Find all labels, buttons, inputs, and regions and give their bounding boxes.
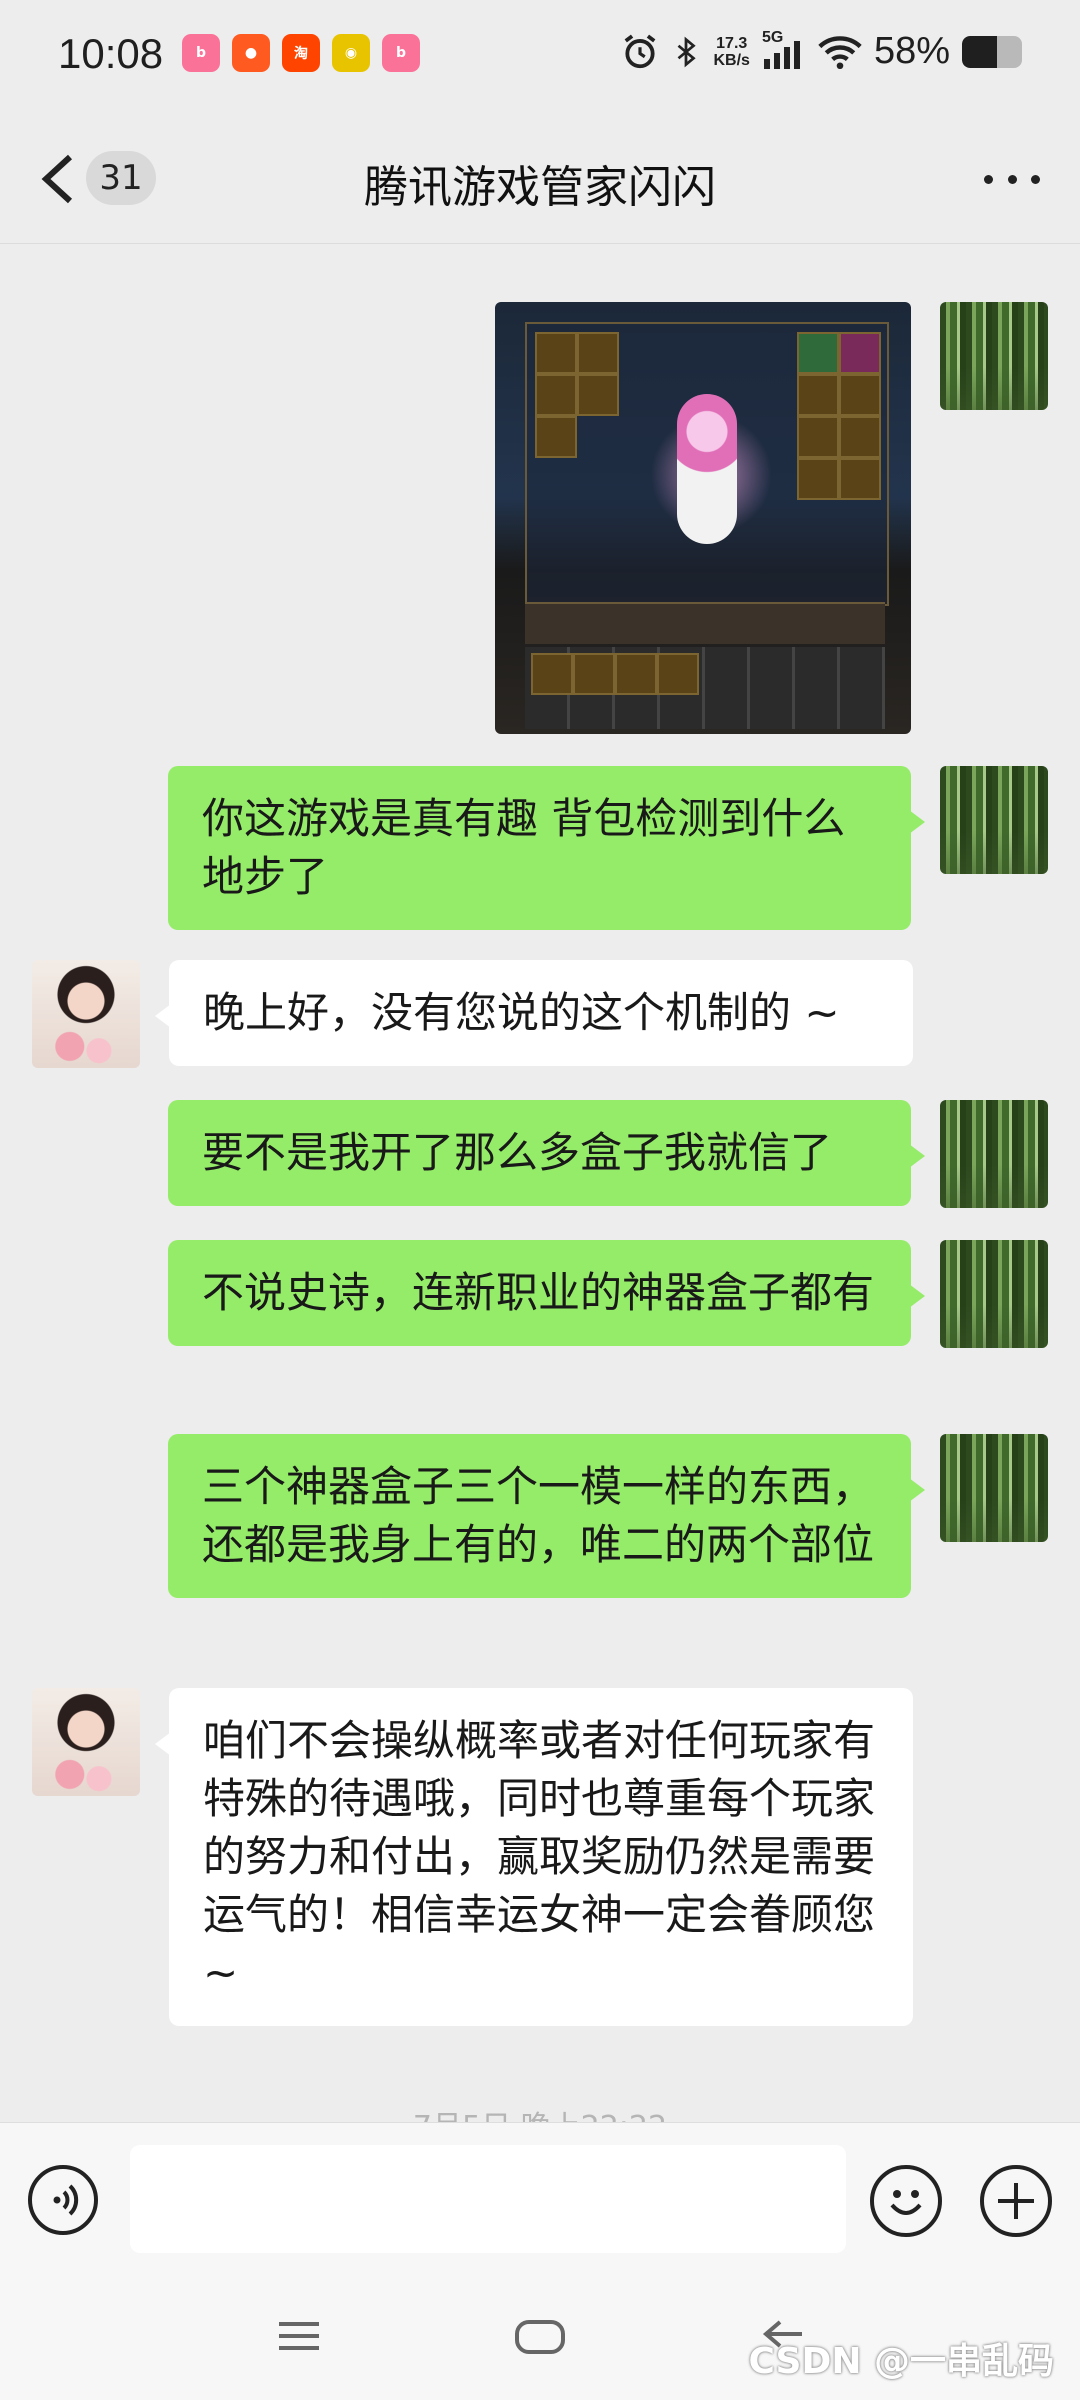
notification-icons: b ● 淘 ◉ b — [182, 34, 420, 72]
taobao-icon: 淘 — [282, 34, 320, 72]
game-inventory-tabs — [525, 602, 885, 644]
battery-percent: 58% — [873, 30, 950, 72]
chat-title: 腾讯游戏管家闪闪 — [364, 162, 716, 213]
cellular-signal-icon: 5G — [762, 29, 806, 71]
contact-avatar[interactable] — [32, 1688, 140, 1796]
self-avatar[interactable] — [940, 766, 1048, 874]
game-inventory-grid — [525, 647, 885, 729]
bilibili-alt-icon: b — [382, 34, 420, 72]
plus-icon[interactable] — [980, 2165, 1052, 2237]
message-bubble-sent[interactable]: 要不是我开了那么多盒子我就信了 — [168, 1100, 925, 1206]
home-icon[interactable] — [515, 2320, 565, 2354]
message-input[interactable] — [130, 2145, 846, 2253]
self-avatar[interactable] — [940, 1100, 1048, 1208]
contact-avatar[interactable] — [32, 960, 140, 1068]
recent-apps-icon[interactable] — [275, 2316, 323, 2356]
self-avatar[interactable] — [940, 302, 1048, 410]
clock: 10:08 — [58, 30, 164, 77]
message-bubble-sent[interactable]: 不说史诗，连新职业的神器盒子都有 — [168, 1240, 925, 1346]
watermark: CSDN @一串乱码 — [748, 2341, 1054, 2382]
game-screenshot-image[interactable] — [495, 302, 911, 734]
voice-input-icon[interactable] — [28, 2165, 98, 2235]
message-list[interactable]: 你这游戏是真有趣 背包检测到什么地步了 晚上好，没有您说的这个机制的 ~ 要不是… — [0, 244, 1080, 2122]
more-options-icon[interactable] — [984, 171, 1040, 187]
alarm-icon — [625, 34, 656, 68]
bilibili-icon: b — [182, 34, 220, 72]
system-nav-bar: CSDN @一串乱码 — [0, 2282, 1080, 2400]
bluetooth-icon — [678, 36, 697, 67]
self-avatar[interactable] — [940, 1434, 1048, 1542]
battery-level-fill — [962, 35, 997, 68]
message-timestamp: 7月5日 晚上22:22 — [0, 2102, 1080, 2122]
orange-app-icon: ● — [232, 34, 270, 72]
status-bar: 10:08 b ● 淘 ◉ b 17.3 KB/s 5G 58% — [0, 0, 1080, 115]
network-speed: 17.3 KB/s — [713, 34, 750, 69]
yellow-app-icon: ◉ — [332, 34, 370, 72]
game-equipment-panel — [525, 322, 889, 606]
message-bubble-sent[interactable]: 三个神器盒子三个一模一样的东西，还都是我身上有的，唯二的两个部位 — [168, 1434, 925, 1598]
status-indicators: 17.3 KB/s 5G 58% — [621, 29, 1022, 73]
message-bubble-received[interactable]: 咱们不会操纵概率或者对任何玩家有特殊的待遇哦，同时也尊重每个玩家的努力和付出，赢… — [155, 1688, 913, 2026]
wifi-icon — [818, 35, 862, 69]
message-bubble-received[interactable]: 晚上好，没有您说的这个机制的 ~ — [155, 960, 913, 1066]
chat-input-bar — [0, 2122, 1080, 2283]
battery-icon — [962, 35, 1022, 68]
self-avatar[interactable] — [940, 1240, 1048, 1348]
emoji-icon[interactable] — [870, 2165, 942, 2237]
chat-header: 31 腾讯游戏管家闪闪 — [0, 115, 1080, 244]
message-bubble-sent[interactable]: 你这游戏是真有趣 背包检测到什么地步了 — [168, 766, 925, 930]
